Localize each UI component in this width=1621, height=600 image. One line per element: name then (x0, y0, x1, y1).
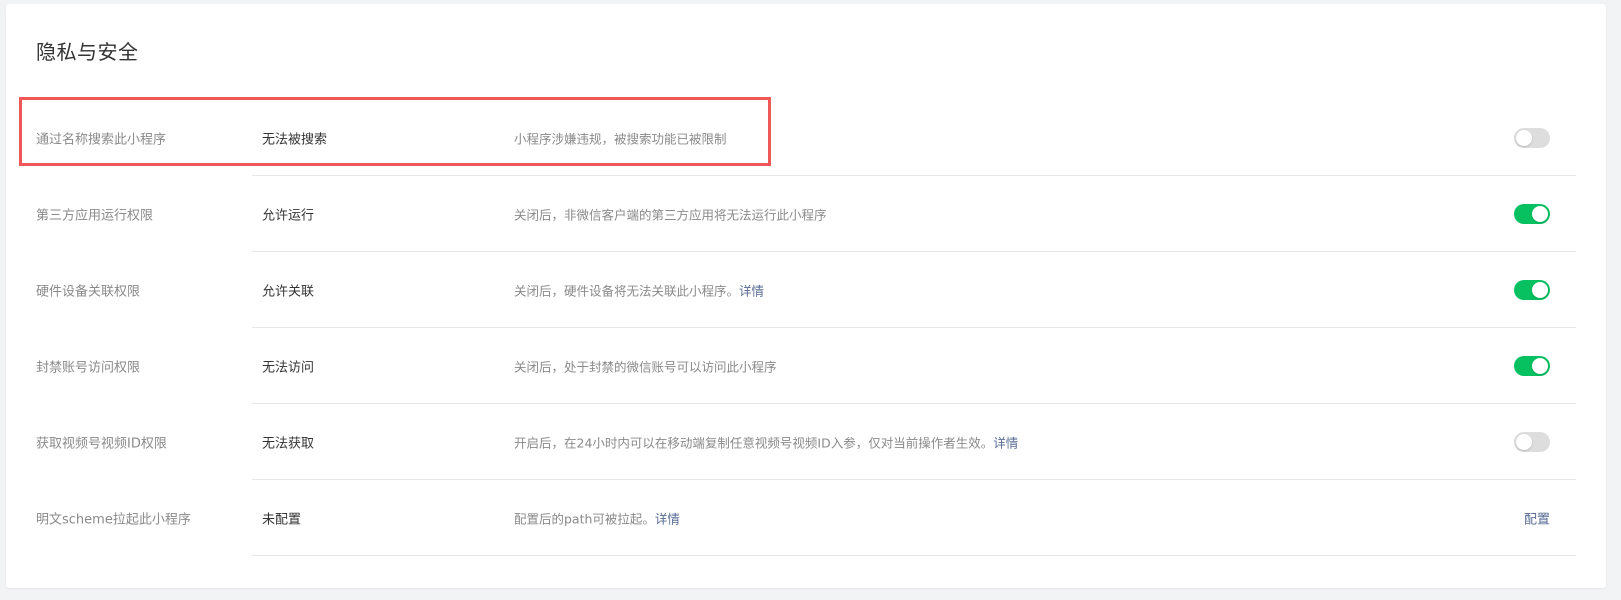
setting-label: 第三方应用运行权限 (36, 208, 154, 224)
setting-description: 关闭后，硬件设备将无法关联此小程序。详情 (514, 281, 764, 300)
row-divider (252, 555, 1576, 556)
setting-description: 开启后，在24小时内可以在移动端复制任意视频号视频ID入参，仅对当前操作者生效。… (514, 433, 1018, 452)
channels-video-id-toggle[interactable] (1514, 432, 1550, 452)
setting-label: 硬件设备关联权限 (36, 284, 141, 300)
setting-value: 无法获取 (262, 436, 315, 452)
setting-label: 通过名称搜索此小程序 (36, 132, 167, 148)
setting-description-text: 小程序涉嫌违规，被搜索功能已被限制 (514, 131, 727, 147)
setting-row-search-by-name: 通过名称搜索此小程序 无法被搜索 小程序涉嫌违规，被搜索功能已被限制 (6, 100, 1606, 176)
toggle-knob (1532, 358, 1548, 374)
banned-account-access-toggle[interactable] (1514, 356, 1550, 376)
settings-list: 通过名称搜索此小程序 无法被搜索 小程序涉嫌违规，被搜索功能已被限制 第三方应用… (6, 100, 1606, 556)
setting-description: 配置后的path可被拉起。详情 (514, 509, 680, 528)
setting-row-channels-video-id: 获取视频号视频ID权限 无法获取 开启后，在24小时内可以在移动端复制任意视频号… (6, 404, 1606, 480)
details-link[interactable]: 详情 (739, 284, 764, 299)
setting-value: 无法访问 (262, 360, 315, 376)
details-link[interactable]: 详情 (655, 512, 680, 527)
search-by-name-toggle[interactable] (1514, 128, 1550, 148)
setting-value: 允许运行 (262, 208, 315, 224)
setting-value: 无法被搜索 (262, 132, 328, 148)
setting-row-third-party-run: 第三方应用运行权限 允许运行 关闭后，非微信客户端的第三方应用将无法运行此小程序 (6, 176, 1606, 252)
setting-row-plaintext-scheme: 明文scheme拉起此小程序 未配置 配置后的path可被拉起。详情 配置 (6, 480, 1606, 556)
setting-description-text: 关闭后，处于封禁的微信账号可以访问此小程序 (514, 359, 777, 375)
toggle-knob (1516, 130, 1532, 146)
section-title: 隐私与安全 (36, 40, 139, 64)
toggle-knob (1516, 434, 1532, 450)
toggle-knob (1532, 206, 1548, 222)
setting-label: 明文scheme拉起此小程序 (36, 512, 191, 528)
setting-description-text: 关闭后，非微信客户端的第三方应用将无法运行此小程序 (514, 207, 827, 223)
setting-row-banned-account-access: 封禁账号访问权限 无法访问 关闭后，处于封禁的微信账号可以访问此小程序 (6, 328, 1606, 404)
toggle-knob (1532, 282, 1548, 298)
setting-description: 关闭后，非微信客户端的第三方应用将无法运行此小程序 (514, 205, 827, 224)
hardware-link-toggle[interactable] (1514, 280, 1550, 300)
setting-label: 封禁账号访问权限 (36, 360, 141, 376)
setting-label: 获取视频号视频ID权限 (36, 436, 167, 452)
setting-value: 未配置 (262, 512, 302, 528)
setting-row-hardware-link: 硬件设备关联权限 允许关联 关闭后，硬件设备将无法关联此小程序。详情 (6, 252, 1606, 328)
privacy-security-card: 隐私与安全 通过名称搜索此小程序 无法被搜索 小程序涉嫌违规，被搜索功能已被限制… (6, 4, 1606, 588)
setting-description-text: 关闭后，硬件设备将无法关联此小程序。 (514, 283, 740, 299)
setting-description: 关闭后，处于封禁的微信账号可以访问此小程序 (514, 357, 777, 376)
setting-description-text: 开启后，在24小时内可以在移动端复制任意视频号视频ID入参，仅对当前操作者生效。 (514, 435, 994, 451)
details-link[interactable]: 详情 (993, 436, 1018, 451)
third-party-run-toggle[interactable] (1514, 204, 1550, 224)
setting-description: 小程序涉嫌违规，被搜索功能已被限制 (514, 129, 727, 148)
configure-link[interactable]: 配置 (1524, 509, 1550, 528)
setting-description-text: 配置后的path可被拉起。 (514, 511, 655, 527)
setting-value: 允许关联 (262, 284, 315, 300)
